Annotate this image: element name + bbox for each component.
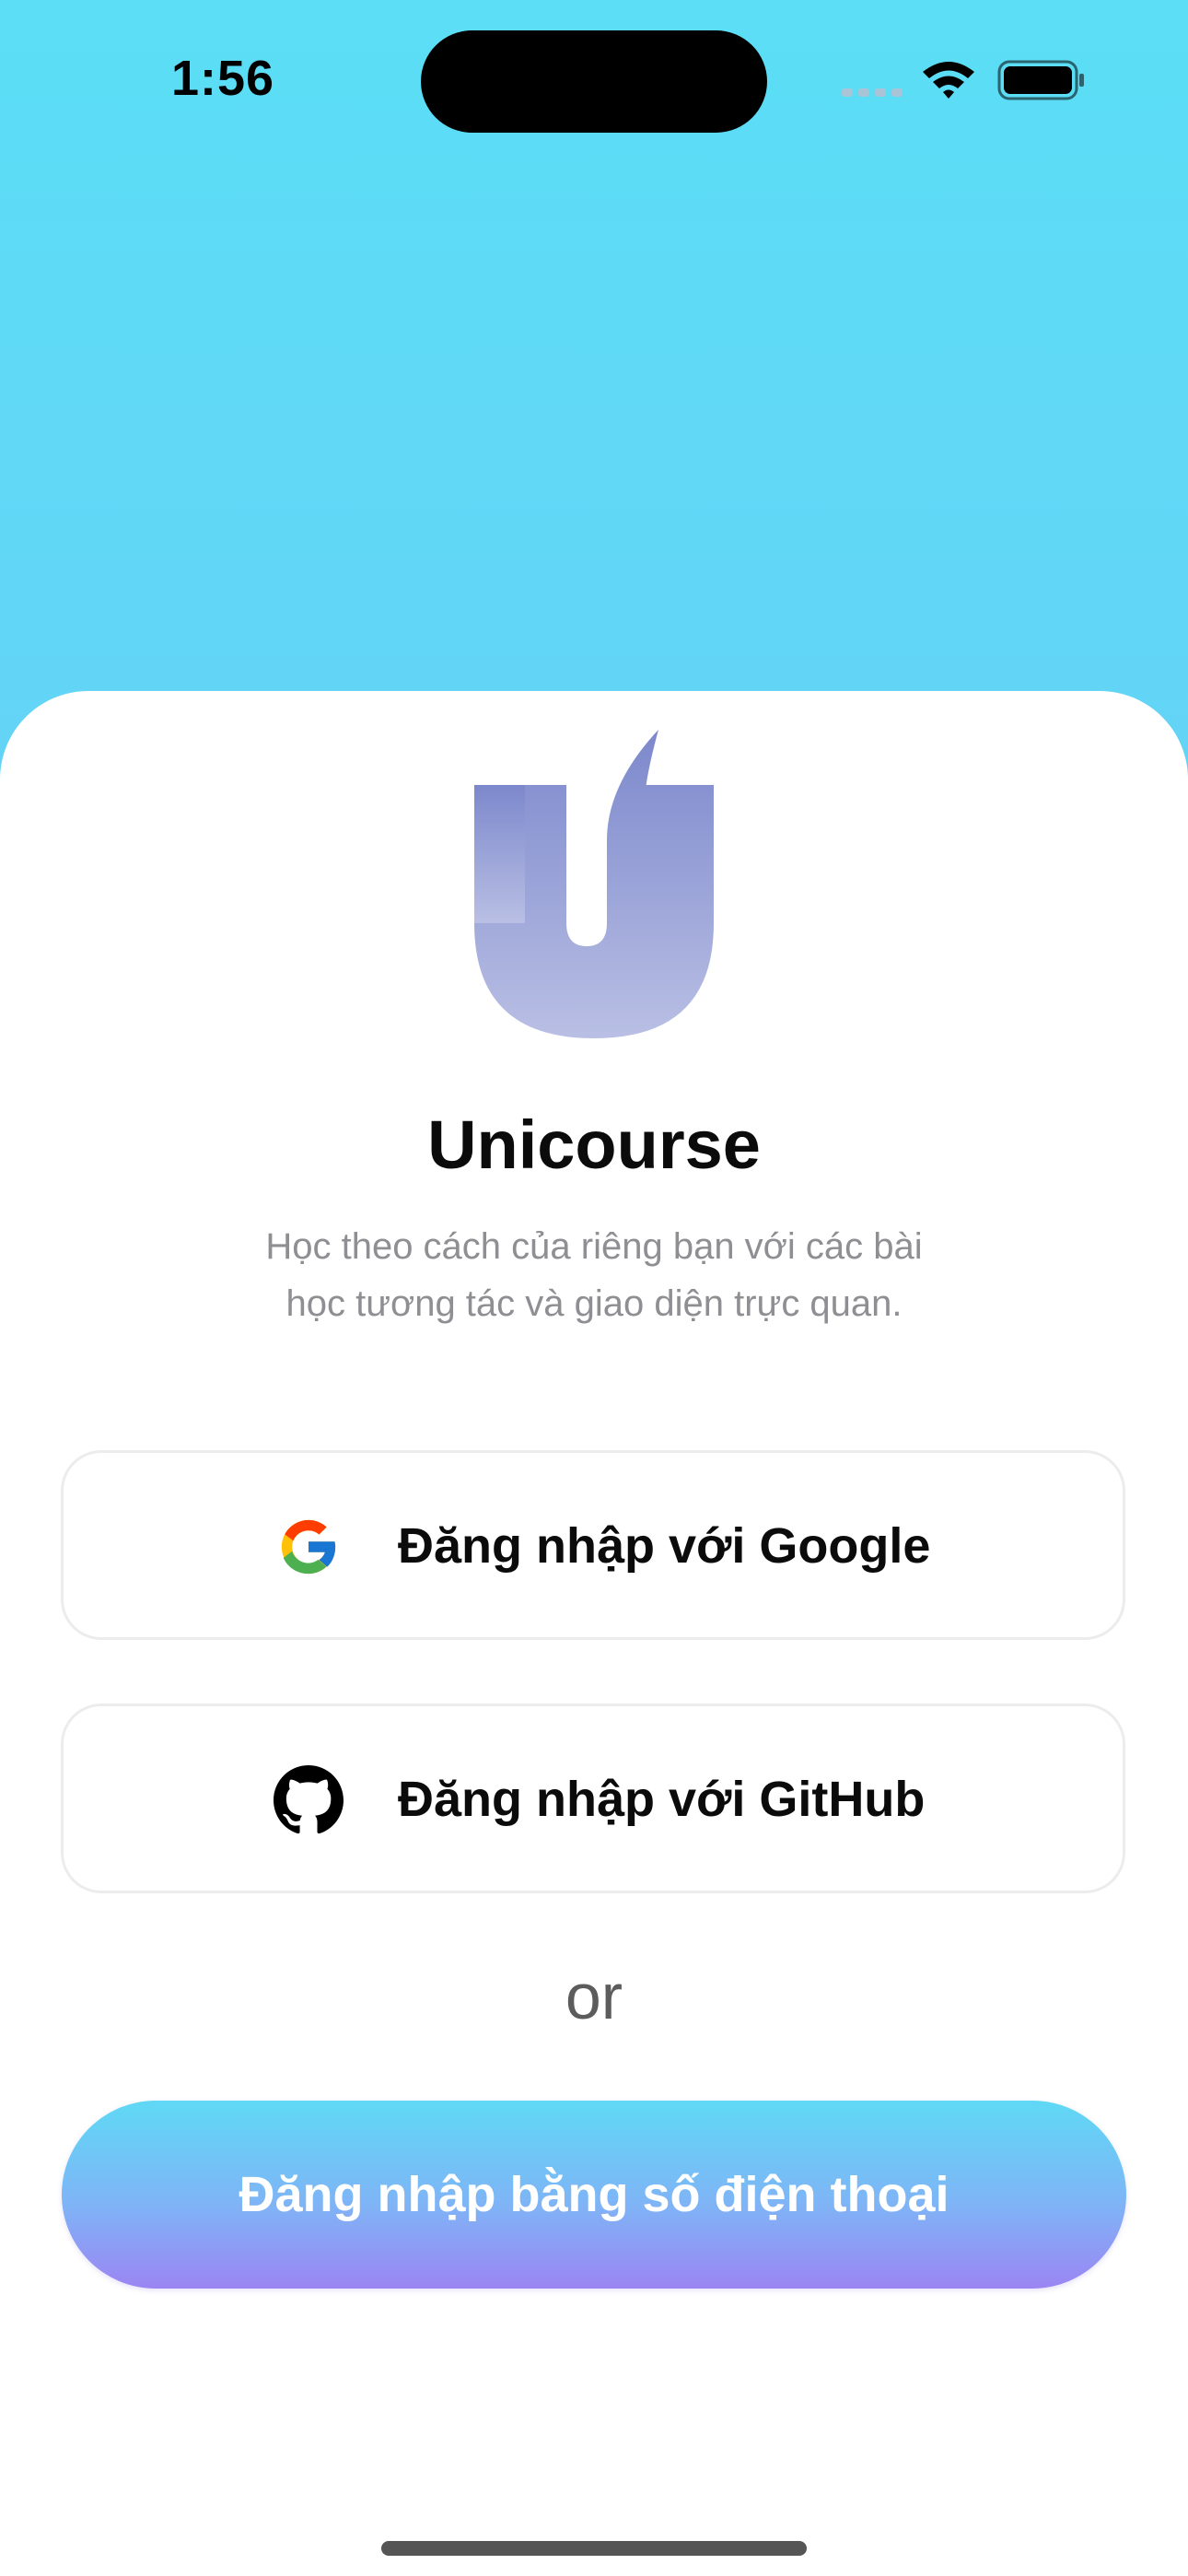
github-icon [274, 1765, 344, 1834]
app-title: Unicourse [427, 1107, 761, 1183]
github-login-button[interactable]: Đăng nhập với GitHub [61, 1704, 1125, 1893]
phone-login-label: Đăng nhập bằng số điện thoại [239, 2167, 949, 2222]
or-divider: or [565, 1961, 623, 2032]
dynamic-island [421, 30, 767, 133]
status-bar: 1:56 [0, 0, 1188, 166]
signal-icon [842, 88, 903, 97]
home-indicator[interactable] [381, 2541, 807, 2556]
google-icon [281, 1519, 338, 1575]
wifi-icon [923, 62, 974, 99]
app-subtitle-line2: học tương tác và giao diện trực quan. [285, 1283, 903, 1324]
unicourse-logo [474, 730, 714, 1038]
battery-icon [997, 60, 1084, 100]
app-subtitle-line1: Học theo cách của riêng bạn với các bài [265, 1226, 923, 1267]
phone-login-button[interactable]: Đăng nhập bằng số điện thoại [62, 2101, 1126, 2289]
google-login-label: Đăng nhập với Google [398, 1518, 931, 1574]
google-login-button[interactable]: Đăng nhập với Google [61, 1450, 1125, 1640]
app-subtitle: Học theo cách của riêng bạn với các bài … [198, 1218, 990, 1332]
status-time: 1:56 [171, 51, 275, 106]
github-login-label: Đăng nhập với GitHub [398, 1772, 926, 1827]
